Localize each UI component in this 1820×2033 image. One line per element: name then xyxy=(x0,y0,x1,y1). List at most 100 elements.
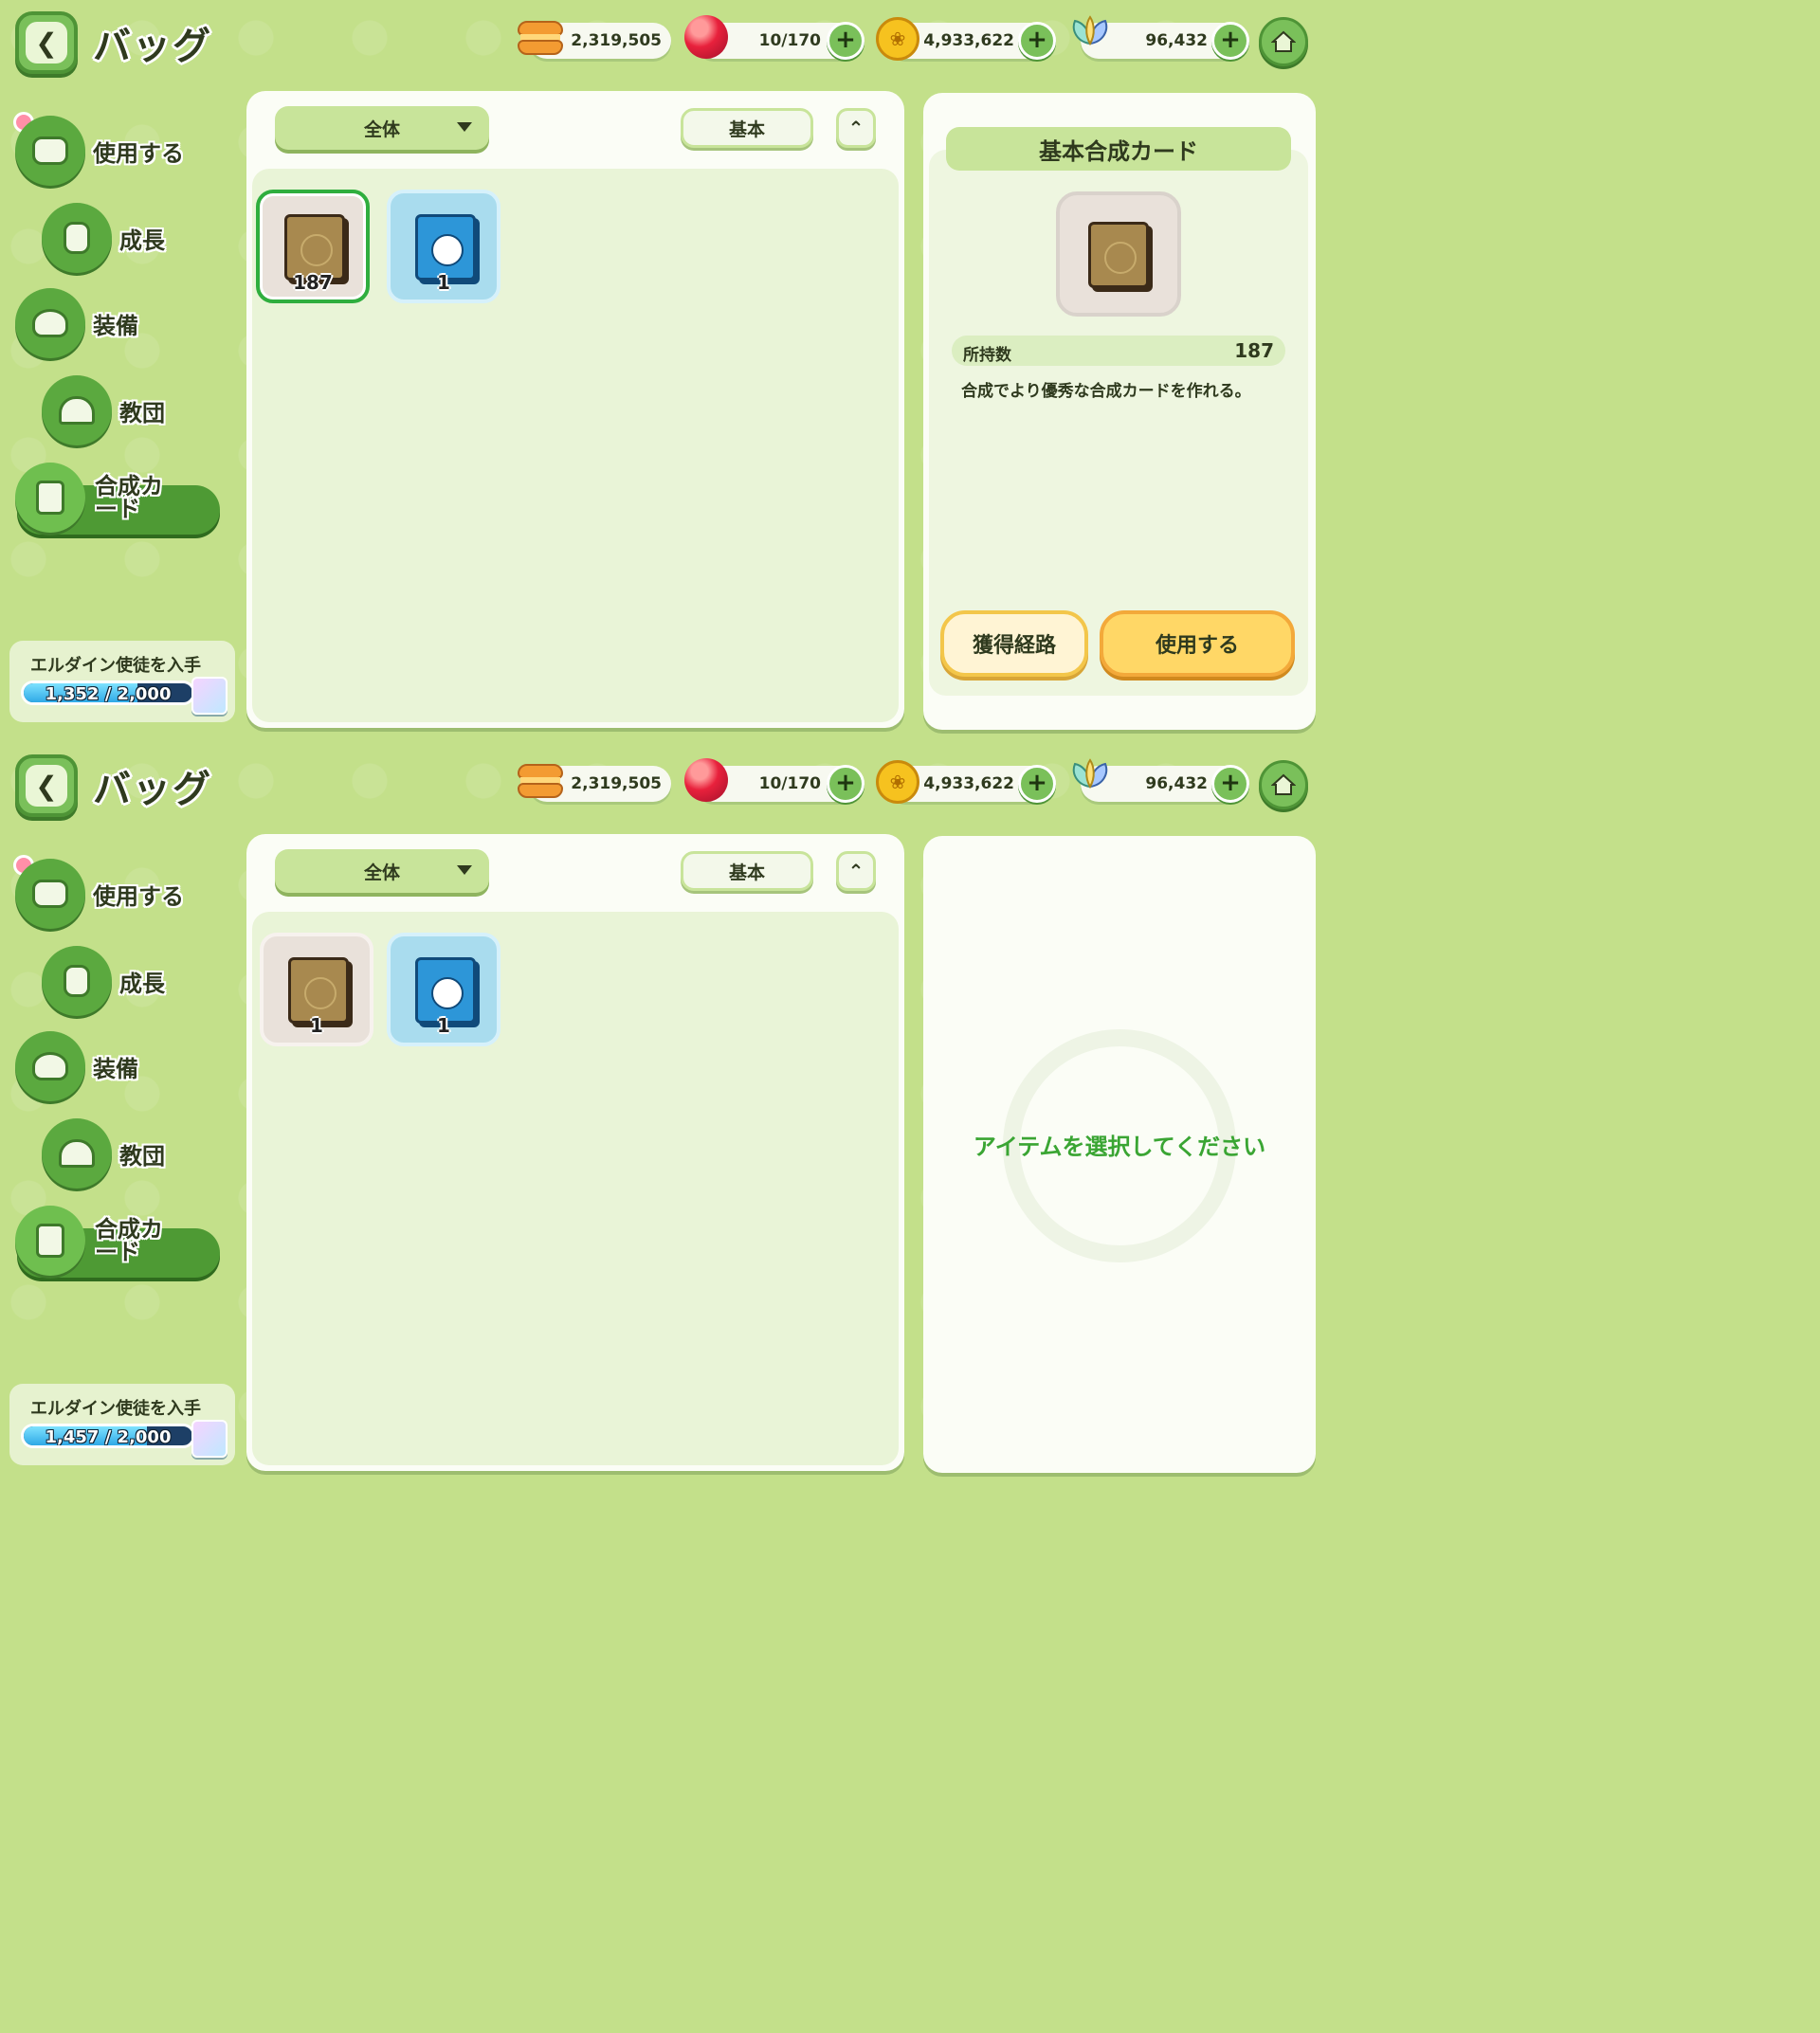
back-button[interactable]: ❮ xyxy=(15,11,78,74)
add-crystals-button[interactable]: + xyxy=(1211,765,1249,803)
progress-bar: 1,457 / 2,000 xyxy=(21,1424,195,1448)
sort-button[interactable]: 基本 xyxy=(681,108,813,148)
crystal-leaf-icon xyxy=(1072,15,1108,45)
crystal-leaf-icon xyxy=(1072,758,1108,789)
sidebar-label-use: 使用する xyxy=(93,139,184,167)
add-stamina-button[interactable]: + xyxy=(827,22,864,60)
potion-icon xyxy=(42,946,112,1016)
collection-progress[interactable]: エルダイン使徒を入手 1,352 / 2,000 xyxy=(9,641,235,722)
sort-button[interactable]: 基本 xyxy=(681,851,813,891)
sidebar-label-card: 合成カード xyxy=(95,1216,163,1265)
coin-value: 4,933,622 xyxy=(923,774,1014,793)
sidebar-item-card[interactable]: 合成カード xyxy=(15,1206,167,1276)
coin-icon: ❀ xyxy=(876,760,919,804)
item-panel: 全体 基本 ⌃ 187 1 xyxy=(246,91,904,728)
item-count: 187 xyxy=(293,271,333,294)
item-slot-basic-card[interactable]: 187 xyxy=(256,190,370,303)
sidebar-label-use: 使用する xyxy=(93,882,184,910)
detail-title: 基本合成カード xyxy=(946,127,1291,171)
chevron-down-icon xyxy=(457,865,472,875)
crystal-value: 96,432 xyxy=(1145,31,1208,50)
sidebar-item-equip[interactable]: 装備 xyxy=(15,288,138,358)
sort-order-button[interactable]: ⌃ xyxy=(836,851,876,891)
item-count: 1 xyxy=(437,271,450,294)
home-icon xyxy=(1271,773,1296,795)
tower-icon xyxy=(42,1118,112,1189)
armor-icon xyxy=(15,1031,85,1101)
sidebar-label-card: 合成カード xyxy=(95,473,163,522)
sidebar-item-card[interactable]: 合成カード xyxy=(15,463,167,533)
owned-count-row: 所持数 187 xyxy=(952,336,1285,366)
home-icon xyxy=(1271,30,1296,52)
basic-card-icon xyxy=(1088,222,1149,288)
item-count: 1 xyxy=(437,1014,450,1037)
back-arrow-icon: ❮ xyxy=(26,22,67,64)
sidebar-item-order[interactable]: 教団 xyxy=(42,375,165,445)
potion-icon xyxy=(42,203,112,273)
candy-icon xyxy=(684,758,728,802)
stamina-value: 10/170 xyxy=(758,774,821,793)
sidebar-item-use[interactable]: 使用する xyxy=(15,859,184,929)
sidebar-label-growth: 成長 xyxy=(119,227,165,254)
progress-title: エルダイン使徒を入手 xyxy=(30,656,201,676)
use-button[interactable]: 使用する xyxy=(1100,610,1295,677)
add-crystals-button[interactable]: + xyxy=(1211,22,1249,60)
coin-value: 4,933,622 xyxy=(923,31,1014,50)
add-stamina-button[interactable]: + xyxy=(827,765,864,803)
chest-icon xyxy=(15,859,85,929)
page-title: バッグ xyxy=(93,768,212,811)
acquisition-route-button[interactable]: 獲得経路 xyxy=(940,610,1088,677)
bag-screen-empty: ❮ バッグ 2,319,505 10/170 + 4,933,622 + ❀ 9… xyxy=(0,743,1331,1486)
sidebar-label-equip: 装備 xyxy=(93,312,138,339)
home-button[interactable] xyxy=(1259,760,1308,809)
reward-card-icon xyxy=(191,1420,228,1458)
armor-icon xyxy=(15,288,85,358)
double-chevron-up-icon: ⌃ xyxy=(847,860,864,882)
category-label: 全体 xyxy=(363,118,400,140)
progress-text: 1,352 / 2,000 xyxy=(45,684,172,704)
sidebar-label-growth: 成長 xyxy=(119,970,165,997)
bag-screen-selected: ❮ バッグ 2,319,505 10/170 + 4,933,622 + ❀ 9… xyxy=(0,0,1331,743)
sidebar-label-order: 教団 xyxy=(119,399,165,427)
back-arrow-icon: ❮ xyxy=(26,765,67,807)
item-detail-panel-empty: アイテムを選択してください xyxy=(923,836,1316,1473)
cookie-icon xyxy=(518,21,563,55)
sidebar-item-equip[interactable]: 装備 xyxy=(15,1031,138,1101)
candy-icon xyxy=(684,15,728,59)
stamina-value: 10/170 xyxy=(758,31,821,50)
sort-order-button[interactable]: ⌃ xyxy=(836,108,876,148)
item-slot-blue-card[interactable]: 1 xyxy=(387,190,500,303)
chevron-down-icon xyxy=(457,122,472,132)
item-detail-panel: 基本合成カード 所持数 187 合成でより優秀な合成カードを作れる。 獲得経路 … xyxy=(923,93,1316,730)
sidebar-item-order[interactable]: 教団 xyxy=(42,1118,165,1189)
sidebar-item-growth[interactable]: 成長 xyxy=(42,946,165,1016)
back-button[interactable]: ❮ xyxy=(15,754,78,817)
collection-progress[interactable]: エルダイン使徒を入手 1,457 / 2,000 xyxy=(9,1384,235,1465)
sidebar-label-order: 教団 xyxy=(119,1142,165,1170)
card-icon xyxy=(15,1206,85,1276)
category-label: 全体 xyxy=(363,862,400,883)
category-dropdown[interactable]: 全体 xyxy=(275,106,489,150)
item-description: 合成でより優秀な合成カードを作れる。 xyxy=(961,382,1251,401)
progress-text: 1,457 / 2,000 xyxy=(45,1427,172,1447)
cookie-value: 2,319,505 xyxy=(571,31,662,50)
chest-icon xyxy=(15,116,85,186)
page-title: バッグ xyxy=(93,25,212,68)
double-chevron-up-icon: ⌃ xyxy=(847,117,864,139)
add-coins-button[interactable]: + xyxy=(1018,22,1056,60)
empty-selection-message: アイテムを選択してください xyxy=(973,1134,1266,1160)
crystal-value: 96,432 xyxy=(1145,774,1208,793)
progress-title: エルダイン使徒を入手 xyxy=(30,1399,201,1419)
category-dropdown[interactable]: 全体 xyxy=(275,849,489,893)
owned-value: 187 xyxy=(1234,339,1274,362)
item-panel: 全体 基本 ⌃ 1 1 xyxy=(246,834,904,1471)
sidebar-item-use[interactable]: 使用する xyxy=(15,116,184,186)
cookie-value: 2,319,505 xyxy=(571,774,662,793)
item-slot-blue-card[interactable]: 1 xyxy=(387,933,500,1046)
add-coins-button[interactable]: + xyxy=(1018,765,1056,803)
sidebar-item-growth[interactable]: 成長 xyxy=(42,203,165,273)
detail-item-icon xyxy=(1056,191,1181,317)
tower-icon xyxy=(42,375,112,445)
home-button[interactable] xyxy=(1259,17,1308,66)
item-slot-basic-card[interactable]: 1 xyxy=(260,933,373,1046)
